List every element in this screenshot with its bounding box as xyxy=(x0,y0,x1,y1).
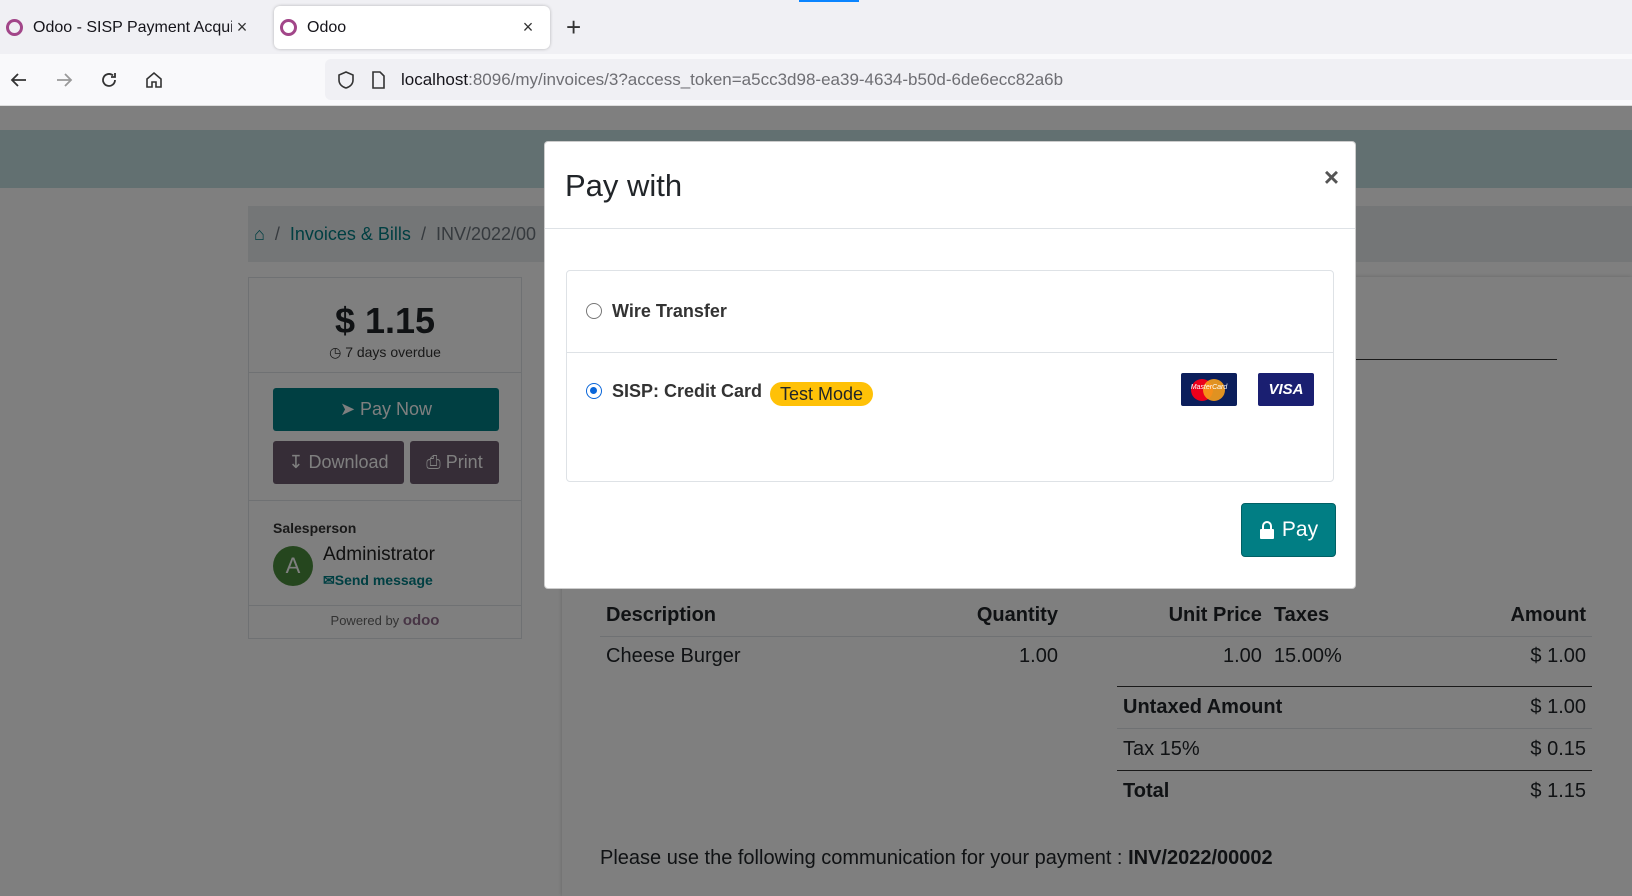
test-mode-badge: Test Mode xyxy=(770,382,874,406)
browser-tab-bar: Odoo - SISP Payment Acquirer × Odoo × + xyxy=(0,0,1632,54)
browser-tab-sisp[interactable]: Odoo - SISP Payment Acquirer × xyxy=(0,6,264,49)
lock-icon xyxy=(1259,521,1274,539)
shield-icon[interactable] xyxy=(335,69,357,91)
browser-tab-odoo[interactable]: Odoo × xyxy=(274,6,550,49)
tab-close-icon[interactable]: × xyxy=(518,17,538,38)
credit-card-radio[interactable] xyxy=(586,383,602,399)
credit-card-label[interactable]: SISP: Credit Card xyxy=(612,381,762,402)
payment-method-wire-transfer[interactable]: Wire Transfer xyxy=(567,271,1333,353)
odoo-favicon-icon xyxy=(6,19,23,36)
mastercard-icon: MasterCard xyxy=(1181,373,1237,406)
tab-title: Odoo xyxy=(307,18,347,36)
wire-transfer-label[interactable]: Wire Transfer xyxy=(612,301,727,322)
home-icon[interactable] xyxy=(138,64,170,96)
modal-title: Pay with xyxy=(565,168,683,203)
url-host: localhost xyxy=(401,69,469,89)
mastercard-text: MasterCard xyxy=(1190,384,1228,391)
address-bar[interactable]: localhost:8096/my/invoices/3?access_toke… xyxy=(325,59,1632,100)
pay-button[interactable]: Pay xyxy=(1241,503,1336,557)
visa-icon: VISA xyxy=(1258,373,1314,406)
modal-header: Pay with × xyxy=(545,142,1355,229)
wire-transfer-radio[interactable] xyxy=(586,303,602,319)
url-text[interactable]: localhost:8096/my/invoices/3?access_toke… xyxy=(401,70,1063,90)
browser-nav-bar: localhost:8096/my/invoices/3?access_toke… xyxy=(0,54,1632,106)
tab-loading-indicator xyxy=(799,0,859,2)
back-icon[interactable] xyxy=(3,64,35,96)
new-tab-button[interactable]: + xyxy=(566,12,581,42)
url-path: :8096/my/invoices/3?access_token=a5cc3d9… xyxy=(468,69,1064,89)
odoo-favicon-icon xyxy=(280,19,297,36)
payment-methods-list: Wire Transfer SISP: Credit Card Test Mod… xyxy=(566,270,1334,482)
tab-close-icon[interactable]: × xyxy=(232,17,252,38)
reload-icon[interactable] xyxy=(93,64,125,96)
pay-with-modal: Pay with × Wire Transfer SISP: Credit Ca… xyxy=(544,141,1356,589)
close-icon[interactable]: × xyxy=(1324,162,1339,193)
page-info-icon[interactable] xyxy=(367,69,389,91)
forward-icon[interactable] xyxy=(48,64,80,96)
tab-title: Odoo - SISP Payment Acquirer xyxy=(33,18,232,36)
pay-button-label: Pay xyxy=(1281,518,1319,541)
